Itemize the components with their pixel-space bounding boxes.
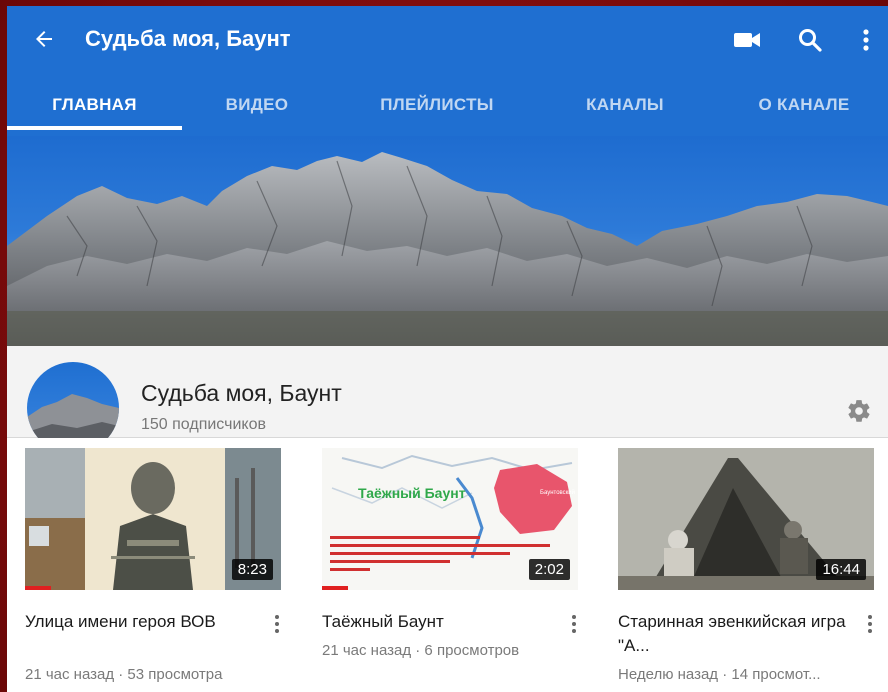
channel-title: Судьба моя, Баунт [85,26,291,51]
tab-playlists[interactable]: ПЛЕЙЛИСТЫ [352,74,522,136]
subscriber-count: 150 подписчиков [141,416,266,433]
channel-header: Судьба моя, Баунт 150 подписчиков [7,346,888,454]
app-bar: Судьба моя, Баунт [7,6,888,74]
video-more-icon[interactable] [862,612,878,636]
search-icon[interactable] [794,24,826,56]
video-card[interactable]: 16:44 Старинная эвенкийская игра "А... Н… [618,448,878,692]
more-vert-icon[interactable] [850,24,882,56]
video-meta: 21 час назад · 53 просмотра [25,666,223,683]
video-card[interactable]: Баунтовский Таёжный Баунт 2:02 Таёжный Б… [322,448,582,692]
video-meta: 21 час назад · 6 просмотров [322,642,520,659]
watch-progress-bar [25,586,51,590]
video-camera-icon[interactable] [731,24,763,56]
video-thumbnail[interactable]: 8:23 [25,448,281,590]
channel-banner [7,136,888,346]
arrow-left-icon[interactable] [29,24,59,54]
tab-about[interactable]: О КАНАЛЕ [729,74,879,136]
watch-progress-bar [322,586,348,590]
video-more-icon[interactable] [269,612,285,636]
tab-channels[interactable]: КАНАЛЫ [555,74,695,136]
video-card[interactable]: 8:23 Улица имени героя ВОВ 21 час назад … [25,448,285,692]
gear-icon[interactable] [844,396,874,426]
active-tab-indicator [7,126,182,130]
video-duration: 2:02 [528,559,570,580]
video-more-icon[interactable] [566,612,582,636]
video-title[interactable]: Старинная эвенкийская игра "А... [618,610,848,658]
video-shelf: 8:23 Улица имени героя ВОВ 21 час назад … [7,438,888,692]
tab-videos[interactable]: ВИДЕО [187,74,327,136]
channel-name: Судьба моя, Баунт [141,380,342,406]
video-thumbnail[interactable]: Баунтовский Таёжный Баунт 2:02 [322,448,578,590]
thumbnail-caption: Таёжный Баунт [358,485,466,501]
video-title[interactable]: Улица имени героя ВОВ [25,610,255,634]
video-duration: 16:44 [816,559,866,580]
app-screen: Судьба моя, Баунт ГЛАВНАЯ ВИДЕО ПЛЕЙЛИСТ… [7,6,888,692]
video-meta: Неделю назад · 14 просмот... [618,666,821,683]
svg-text:Баунтовский: Баунтовский [540,489,575,496]
video-title[interactable]: Таёжный Баунт [322,610,552,634]
video-thumbnail[interactable]: 16:44 [618,448,874,590]
video-duration: 8:23 [231,559,273,580]
